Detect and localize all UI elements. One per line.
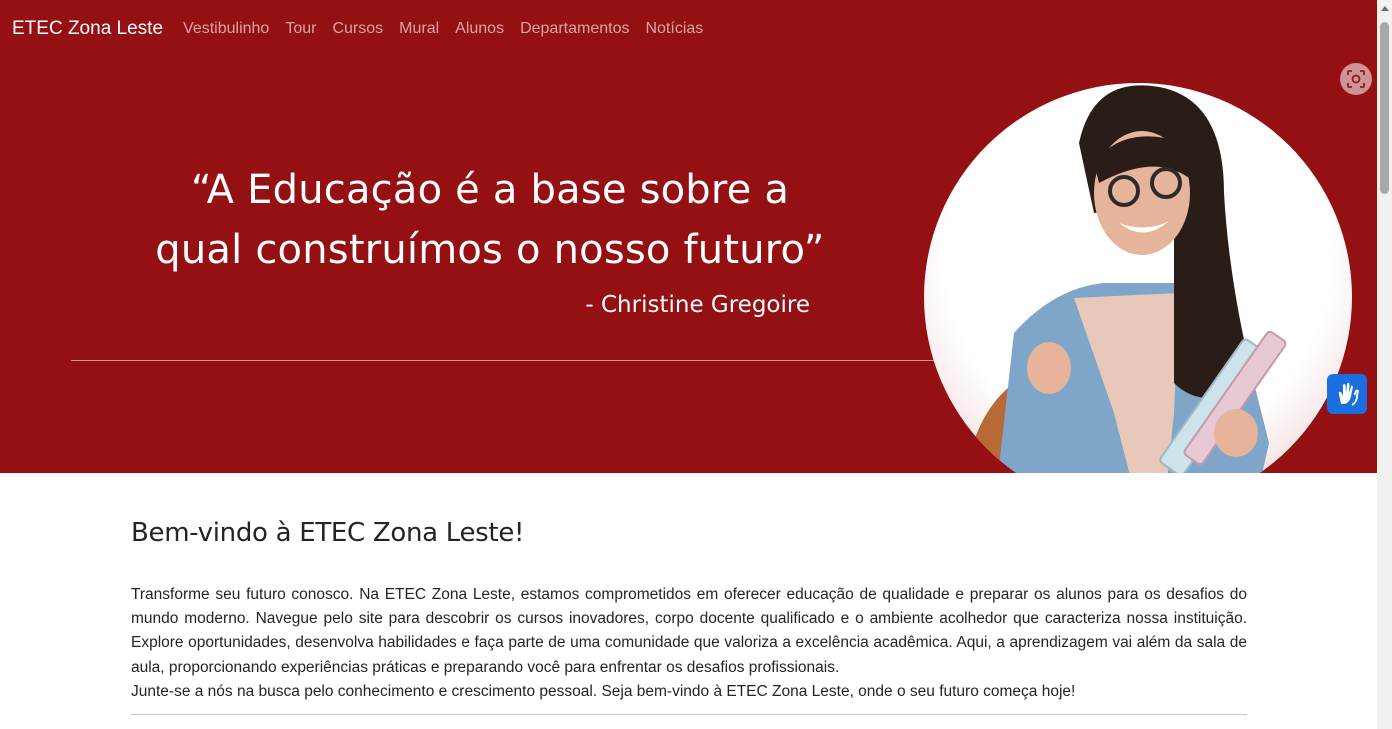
nav-link-noticias[interactable]: Notícias [637, 20, 711, 38]
accessibility-button[interactable] [1327, 374, 1367, 414]
welcome-title: Bem-vindo à ETEC Zona Leste! [131, 518, 525, 548]
brand-link[interactable]: ETEC Zona Leste [12, 18, 163, 40]
screen-capture-icon [1347, 70, 1365, 88]
scrollbar-thumb[interactable] [1380, 22, 1389, 194]
nav-link-departamentos[interactable]: Departamentos [512, 20, 637, 38]
nav-link-alunos[interactable]: Alunos [447, 20, 512, 38]
screen-capture-button[interactable] [1340, 63, 1372, 95]
hero-quote: “A Educação é a base sobre a qual constr… [100, 160, 880, 280]
welcome-text: Transforme seu futuro conosco. Na ETEC Z… [131, 583, 1247, 704]
welcome-paragraph-1: Transforme seu futuro conosco. Na ETEC Z… [131, 586, 1247, 676]
navbar: ETEC Zona Leste Vestibulinho Tour Cursos… [0, 0, 1377, 58]
scroll-up-arrow-icon[interactable] [1381, 6, 1389, 11]
content-divider [131, 714, 1247, 716]
hero-divider [71, 360, 941, 361]
welcome-paragraph-2: Junte-se a nós na busca pelo conheciment… [131, 682, 1076, 700]
hero-quote-author: - Christine Gregoire [585, 292, 810, 318]
student-photo-icon [965, 85, 1287, 473]
hero-image-circle [924, 83, 1352, 473]
hero-quote-line2: qual construímos o nosso futuro” [155, 227, 825, 273]
page-scrollbar[interactable] [1377, 0, 1392, 729]
nav-link-mural[interactable]: Mural [391, 20, 447, 38]
welcome-section: Bem-vindo à ETEC Zona Leste! Transforme … [131, 518, 1247, 716]
nav-link-vestibulinho[interactable]: Vestibulinho [175, 20, 277, 38]
sign-language-hands-icon [1338, 382, 1359, 406]
page: ETEC Zona Leste Vestibulinho Tour Cursos… [0, 0, 1377, 729]
hero-quote-line1: “A Educação é a base sobre a [190, 167, 790, 213]
nav-link-tour[interactable]: Tour [277, 20, 324, 38]
hero-banner: “A Educação é a base sobre a qual constr… [0, 58, 1377, 473]
nav-links: Vestibulinho Tour Cursos Mural Alunos De… [175, 20, 711, 38]
nav-link-cursos[interactable]: Cursos [324, 20, 391, 38]
